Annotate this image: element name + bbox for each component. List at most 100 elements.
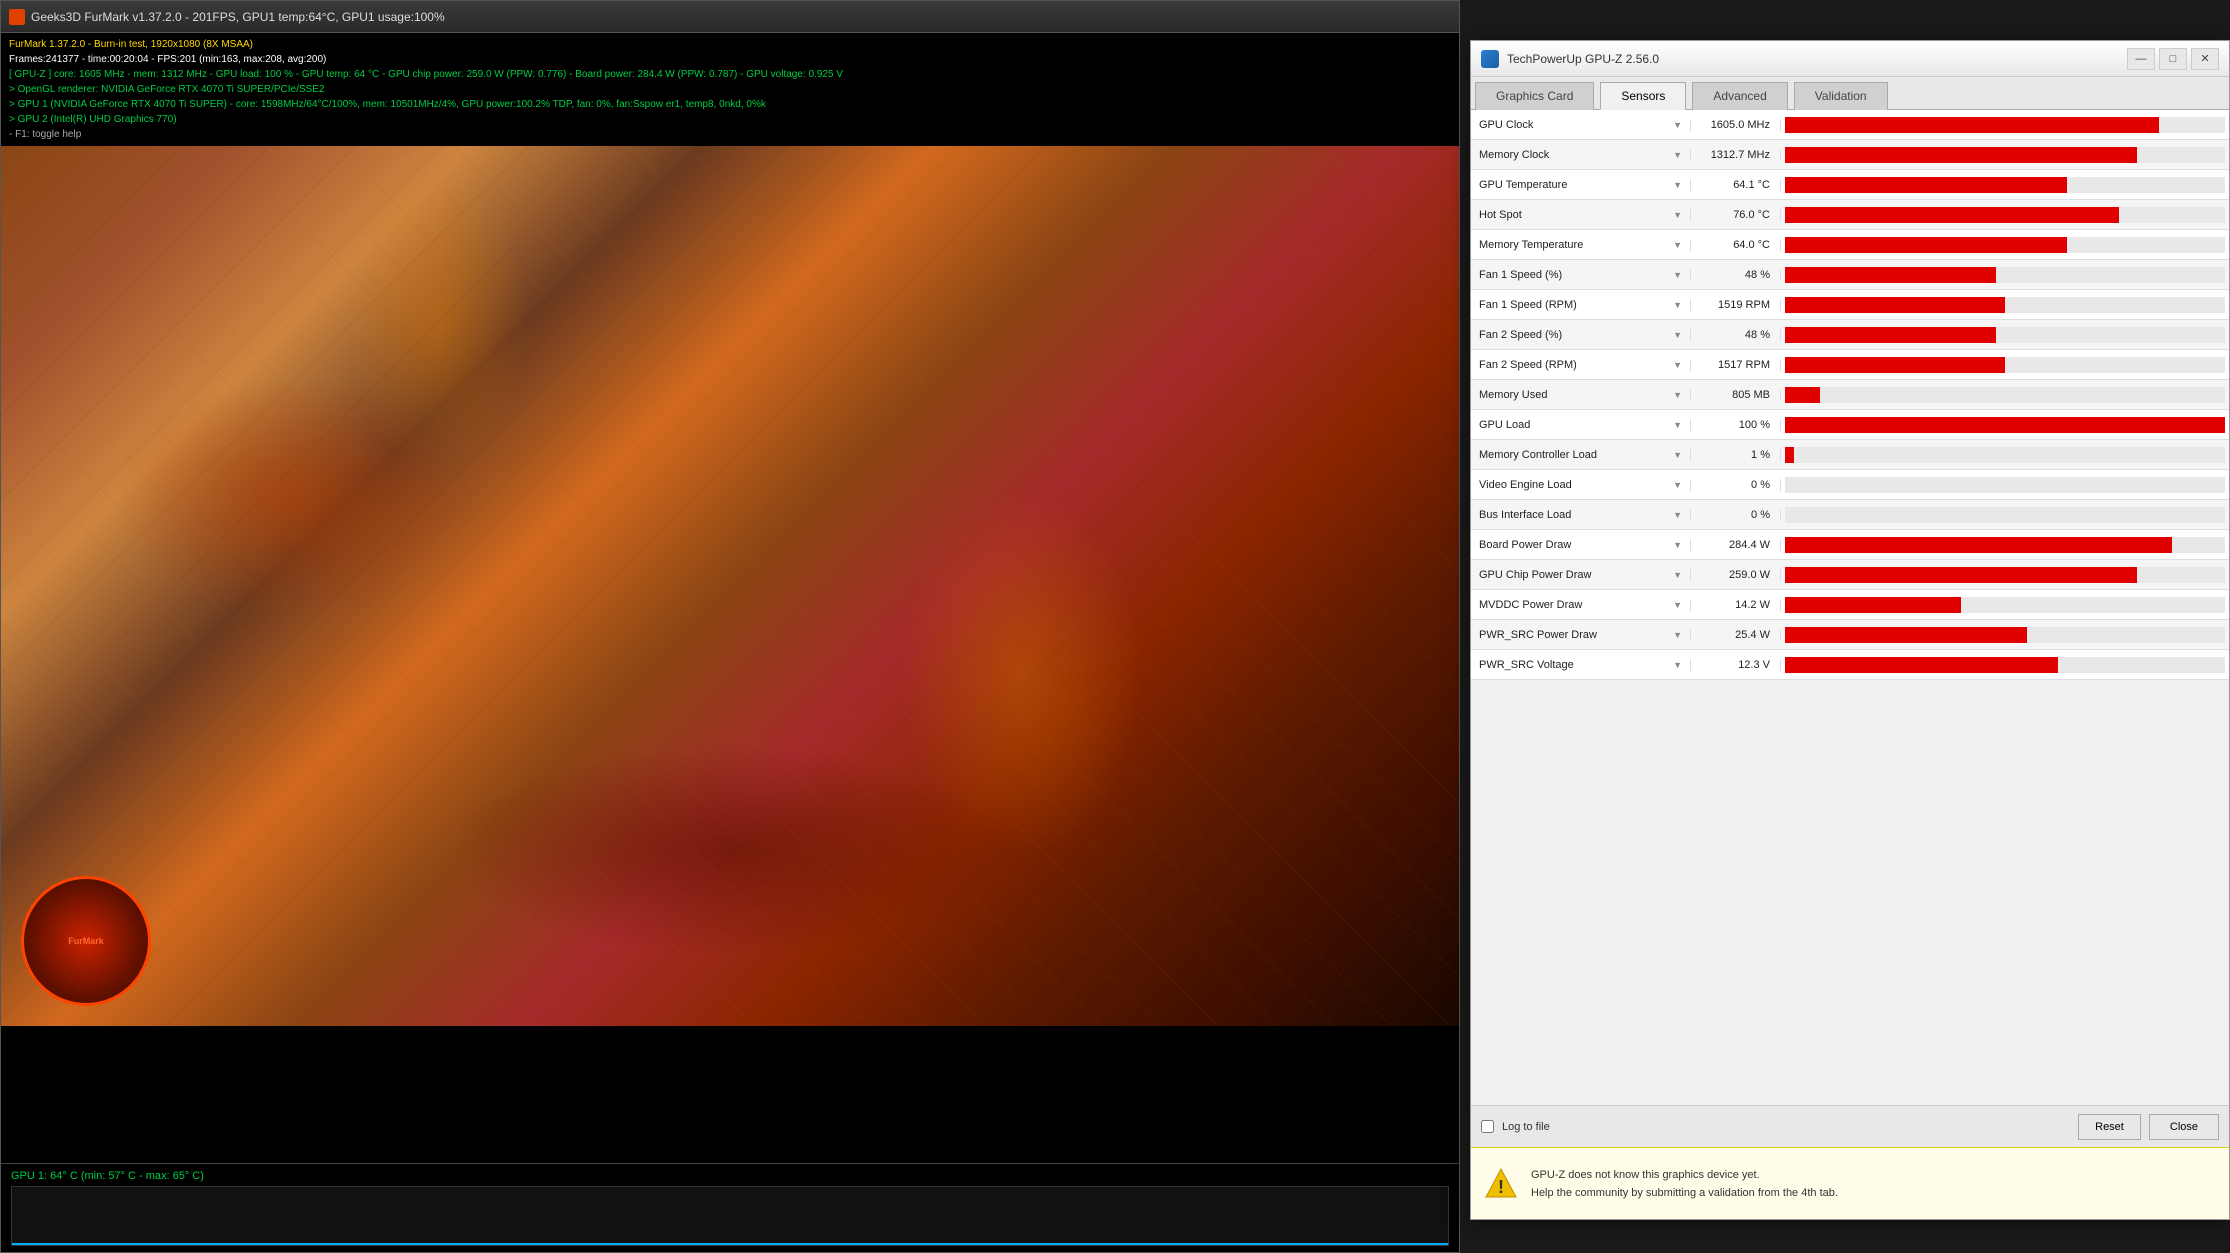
sensor-value-cell: 12.3 V: [1691, 659, 1781, 671]
gpuz-titlebar: TechPowerUp GPU-Z 2.56.0 — □ ✕: [1471, 41, 2229, 77]
sensor-dropdown-arrow[interactable]: ▼: [1673, 660, 1682, 670]
furmark-title: Geeks3D FurMark v1.37.2.0 - 201FPS, GPU1…: [9, 9, 445, 25]
gpuz-notice: ! GPU-Z does not know this graphics devi…: [1471, 1147, 2229, 1219]
bar-fill: [1785, 327, 1996, 343]
sensor-dropdown-arrow[interactable]: ▼: [1673, 120, 1682, 130]
sensor-value-cell: 1605.0 MHz: [1691, 119, 1781, 131]
sensor-dropdown-arrow[interactable]: ▼: [1673, 240, 1682, 250]
sensor-bar-cell: [1781, 560, 2229, 589]
sensor-dropdown-arrow[interactable]: ▼: [1673, 180, 1682, 190]
sensor-value-cell: 14.2 W: [1691, 599, 1781, 611]
sensor-dropdown-arrow[interactable]: ▼: [1673, 450, 1682, 460]
sensor-bar-cell: [1781, 620, 2229, 649]
bar-container: [1785, 447, 2225, 463]
bar-fill: [1785, 447, 1794, 463]
sensor-dropdown-arrow[interactable]: ▼: [1673, 480, 1682, 490]
sensor-row: MVDDC Power Draw ▼ 14.2 W: [1471, 590, 2229, 620]
tab-advanced[interactable]: Advanced: [1692, 82, 1787, 110]
sensor-label-cell[interactable]: GPU Chip Power Draw ▼: [1471, 569, 1691, 581]
sensor-dropdown-arrow[interactable]: ▼: [1673, 420, 1682, 430]
gpuz-title-text: TechPowerUp GPU-Z 2.56.0: [1507, 52, 1659, 66]
sensor-dropdown-arrow[interactable]: ▼: [1673, 300, 1682, 310]
sensor-bar-cell: [1781, 470, 2229, 499]
bar-fill: [1785, 657, 2058, 673]
log-to-file-checkbox[interactable]: [1481, 1120, 1494, 1133]
log-to-file-label: Log to file: [1502, 1121, 1550, 1133]
sensor-dropdown-arrow[interactable]: ▼: [1673, 270, 1682, 280]
tab-validation[interactable]: Validation: [1794, 82, 1888, 110]
bar-fill: [1785, 237, 2067, 253]
sensor-row: Memory Controller Load ▼ 1 %: [1471, 440, 2229, 470]
sensor-bar-cell: [1781, 350, 2229, 379]
minimize-button[interactable]: —: [2127, 48, 2155, 70]
furmark-window: Geeks3D FurMark v1.37.2.0 - 201FPS, GPU1…: [0, 0, 1460, 1253]
bar-fill: [1785, 597, 1961, 613]
sensor-label-cell[interactable]: Video Engine Load ▼: [1471, 479, 1691, 491]
maximize-button[interactable]: □: [2159, 48, 2187, 70]
bar-container: [1785, 267, 2225, 283]
sensor-dropdown-arrow[interactable]: ▼: [1673, 360, 1682, 370]
gpuz-close-x-button[interactable]: ✕: [2191, 48, 2219, 70]
gpu-temp-graph: [11, 1186, 1449, 1246]
sensor-row: Fan 1 Speed (%) ▼ 48 %: [1471, 260, 2229, 290]
sensor-bar-cell: [1781, 500, 2229, 529]
reset-button[interactable]: Reset: [2078, 1114, 2141, 1140]
sensor-value-cell: 0 %: [1691, 479, 1781, 491]
bar-fill: [1785, 207, 2119, 223]
notice-text: GPU-Z does not know this graphics device…: [1531, 1166, 1838, 1202]
info-line-6: - F1: toggle help: [9, 127, 1451, 142]
bar-container: [1785, 597, 2225, 613]
sensor-label-cell[interactable]: Fan 2 Speed (RPM) ▼: [1471, 359, 1691, 371]
sensor-dropdown-arrow[interactable]: ▼: [1673, 330, 1682, 340]
sensor-label-cell[interactable]: Fan 1 Speed (RPM) ▼: [1471, 299, 1691, 311]
sensor-label-text: Board Power Draw: [1479, 539, 1571, 551]
sensor-label-cell[interactable]: Fan 2 Speed (%) ▼: [1471, 329, 1691, 341]
sensor-dropdown-arrow[interactable]: ▼: [1673, 510, 1682, 520]
sensor-label-cell[interactable]: GPU Load ▼: [1471, 419, 1691, 431]
sensor-value-cell: 0 %: [1691, 509, 1781, 521]
tab-graphics-card[interactable]: Graphics Card: [1475, 82, 1594, 110]
sensor-dropdown-arrow[interactable]: ▼: [1673, 600, 1682, 610]
sensor-label-cell[interactable]: Memory Controller Load ▼: [1471, 449, 1691, 461]
sensor-label-text: Memory Temperature: [1479, 239, 1583, 251]
sensor-label-text: Fan 2 Speed (%): [1479, 329, 1562, 341]
notice-line2: Help the community by submitting a valid…: [1531, 1184, 1838, 1202]
sensor-row: Memory Clock ▼ 1312.7 MHz: [1471, 140, 2229, 170]
close-button[interactable]: Close: [2149, 1114, 2219, 1140]
sensor-label-cell[interactable]: Memory Temperature ▼: [1471, 239, 1691, 251]
tab-sensors[interactable]: Sensors: [1600, 82, 1686, 110]
sensor-label-cell[interactable]: GPU Temperature ▼: [1471, 179, 1691, 191]
sensor-dropdown-arrow[interactable]: ▼: [1673, 630, 1682, 640]
sensors-container: GPU Clock ▼ 1605.0 MHz Memory Clock ▼ 13…: [1471, 110, 2229, 1158]
sensor-dropdown-arrow[interactable]: ▼: [1673, 540, 1682, 550]
sensor-label-cell[interactable]: Memory Used ▼: [1471, 389, 1691, 401]
sensor-value-cell: 48 %: [1691, 269, 1781, 281]
sensor-value-cell: 48 %: [1691, 329, 1781, 341]
info-line-2: [ GPU-Z ] core: 1605 MHz - mem: 1312 MHz…: [9, 67, 1451, 82]
sensor-label-cell[interactable]: Board Power Draw ▼: [1471, 539, 1691, 551]
sensor-label-cell[interactable]: Memory Clock ▼: [1471, 149, 1691, 161]
sensor-label-cell[interactable]: MVDDC Power Draw ▼: [1471, 599, 1691, 611]
sensor-label-cell[interactable]: Bus Interface Load ▼: [1471, 509, 1691, 521]
sensor-value-cell: 284.4 W: [1691, 539, 1781, 551]
sensor-dropdown-arrow[interactable]: ▼: [1673, 210, 1682, 220]
sensor-dropdown-arrow[interactable]: ▼: [1673, 390, 1682, 400]
sensor-row: PWR_SRC Power Draw ▼ 25.4 W: [1471, 620, 2229, 650]
sensor-dropdown-arrow[interactable]: ▼: [1673, 150, 1682, 160]
info-line-5: > GPU 2 (Intel(R) UHD Graphics 770): [9, 112, 1451, 127]
sensor-label-cell[interactable]: Fan 1 Speed (%) ▼: [1471, 269, 1691, 281]
sensor-dropdown-arrow[interactable]: ▼: [1673, 570, 1682, 580]
gpuz-bottom-bar: Log to file Reset Close: [1471, 1105, 2229, 1147]
furmark-info-bar: FurMark 1.37.2.0 - Burn-in test, 1920x10…: [1, 33, 1459, 146]
bar-container: [1785, 147, 2225, 163]
sensor-label-cell[interactable]: GPU Clock ▼: [1471, 119, 1691, 131]
bar-container: [1785, 357, 2225, 373]
sensor-label-cell[interactable]: PWR_SRC Power Draw ▼: [1471, 629, 1691, 641]
sensor-label-cell[interactable]: Hot Spot ▼: [1471, 209, 1691, 221]
sensor-label-cell[interactable]: PWR_SRC Voltage ▼: [1471, 659, 1691, 671]
furmark-logo-text: FurMark: [68, 936, 104, 946]
sensor-bar-cell: [1781, 140, 2229, 169]
sensor-label-text: Fan 2 Speed (RPM): [1479, 359, 1577, 371]
gpu-temp-label: GPU 1: 64° C (min: 57° C - max: 65° C): [11, 1170, 1449, 1182]
svg-text:!: !: [1498, 1177, 1504, 1197]
